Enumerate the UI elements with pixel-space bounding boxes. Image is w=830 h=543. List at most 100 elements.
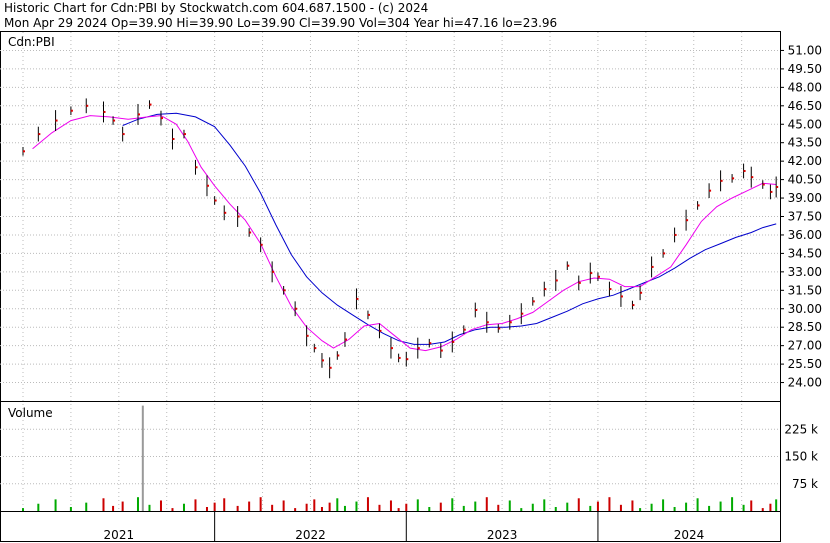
price-close-mark xyxy=(237,215,240,218)
volume-bar xyxy=(259,497,262,511)
volume-bar xyxy=(775,499,778,511)
price-close-mark xyxy=(743,169,746,172)
volume-bar xyxy=(577,498,580,511)
volume-bar xyxy=(474,501,477,511)
price-close-mark xyxy=(321,359,324,362)
price-close-mark xyxy=(70,109,73,112)
price-close-mark xyxy=(195,166,198,169)
price-close-mark xyxy=(390,347,393,350)
volume-bar xyxy=(750,500,753,511)
volume-bar xyxy=(397,508,400,511)
volume-bar xyxy=(294,508,297,511)
price-close-mark xyxy=(113,119,116,122)
price-close-mark xyxy=(674,233,677,236)
volume-bar xyxy=(566,502,569,511)
volume-bar xyxy=(639,508,642,511)
volume-bar xyxy=(497,504,500,511)
volume-spike-bar xyxy=(141,405,144,511)
volume-bar xyxy=(159,500,162,511)
price-close-mark xyxy=(440,349,443,352)
price-close-mark xyxy=(398,356,401,359)
ma-long-line xyxy=(122,112,777,345)
volume-bar xyxy=(608,497,611,511)
price-close-mark xyxy=(295,307,298,310)
volume-bar xyxy=(531,503,534,511)
price-tick-label: 24.00 xyxy=(788,376,822,390)
price-tick-label: 36.00 xyxy=(788,228,822,242)
volume-bar xyxy=(236,505,239,511)
price-close-mark xyxy=(224,211,227,214)
volume-bar xyxy=(102,498,105,511)
year-label: 2021 xyxy=(104,528,135,542)
volume-bar xyxy=(769,503,772,511)
volume-bar xyxy=(336,498,339,511)
price-close-mark xyxy=(172,138,175,141)
price-close-mark xyxy=(521,312,524,315)
volume-bar xyxy=(248,501,251,511)
price-close-mark xyxy=(314,347,317,350)
price-close-mark xyxy=(272,270,275,273)
volume-bar xyxy=(416,499,419,511)
price-close-mark xyxy=(609,288,612,291)
volume-bar xyxy=(282,500,285,511)
price-tick-label: 51.00 xyxy=(788,43,822,57)
price-close-mark xyxy=(651,265,654,268)
volume-bar xyxy=(355,501,358,511)
volume-bar xyxy=(696,498,699,511)
volume-bar xyxy=(112,505,115,511)
year-label: 2022 xyxy=(295,528,326,542)
volume-bar xyxy=(148,504,151,511)
price-tick-label: 39.00 xyxy=(788,191,822,205)
price-close-mark xyxy=(206,184,209,187)
price-close-mark xyxy=(429,342,432,345)
price-close-mark xyxy=(38,133,41,136)
volume-bar xyxy=(619,504,622,511)
price-tick-label: 25.50 xyxy=(788,357,822,371)
price-tick-label: 31.50 xyxy=(788,283,822,297)
price-close-mark xyxy=(367,313,370,316)
price-close-mark xyxy=(183,133,186,136)
price-close-mark xyxy=(356,297,359,300)
volume-panel-label: Volume xyxy=(8,406,53,420)
price-tick-label: 49.50 xyxy=(788,62,822,76)
volume-tick-label: 150 k xyxy=(784,450,818,464)
price-tick-label: 30.00 xyxy=(788,302,822,316)
price-close-mark xyxy=(463,328,466,331)
price-tick-label: 40.50 xyxy=(788,173,822,187)
price-close-mark xyxy=(283,289,286,292)
volume-bar xyxy=(205,507,208,511)
price-close-mark xyxy=(597,275,600,278)
volume-bar xyxy=(708,505,711,511)
price-close-mark xyxy=(417,347,420,350)
volume-bar xyxy=(389,500,392,511)
price-close-mark xyxy=(160,117,163,120)
price-close-mark xyxy=(452,340,455,343)
volume-bar xyxy=(462,505,465,511)
price-close-mark xyxy=(732,177,735,180)
volume-bar xyxy=(731,497,734,511)
price-close-mark xyxy=(620,295,623,298)
price-tick-label: 28.50 xyxy=(788,320,822,334)
volume-tick-label: 75 k xyxy=(792,477,818,491)
price-tick-label: 48.00 xyxy=(788,80,822,94)
volume-bar xyxy=(520,508,523,511)
price-panel-label: Cdn:PBI xyxy=(8,35,55,49)
year-label: 2024 xyxy=(674,528,705,542)
price-close-mark xyxy=(590,272,593,275)
volume-bar xyxy=(21,508,24,511)
price-close-mark xyxy=(578,281,581,284)
price-close-mark xyxy=(486,321,489,324)
volume-bar xyxy=(451,498,454,511)
price-close-mark xyxy=(103,110,106,113)
volume-bar xyxy=(182,503,185,511)
volume-tick-label: 225 k xyxy=(784,422,818,436)
volume-bar xyxy=(313,499,316,511)
volume-bar xyxy=(428,507,431,511)
price-close-mark xyxy=(22,150,25,153)
price-tick-label: 34.50 xyxy=(788,246,822,260)
price-close-mark xyxy=(406,358,409,361)
price-close-mark xyxy=(709,189,712,192)
price-tick-label: 43.50 xyxy=(788,136,822,150)
volume-bar xyxy=(328,502,331,511)
price-close-mark xyxy=(751,176,754,179)
